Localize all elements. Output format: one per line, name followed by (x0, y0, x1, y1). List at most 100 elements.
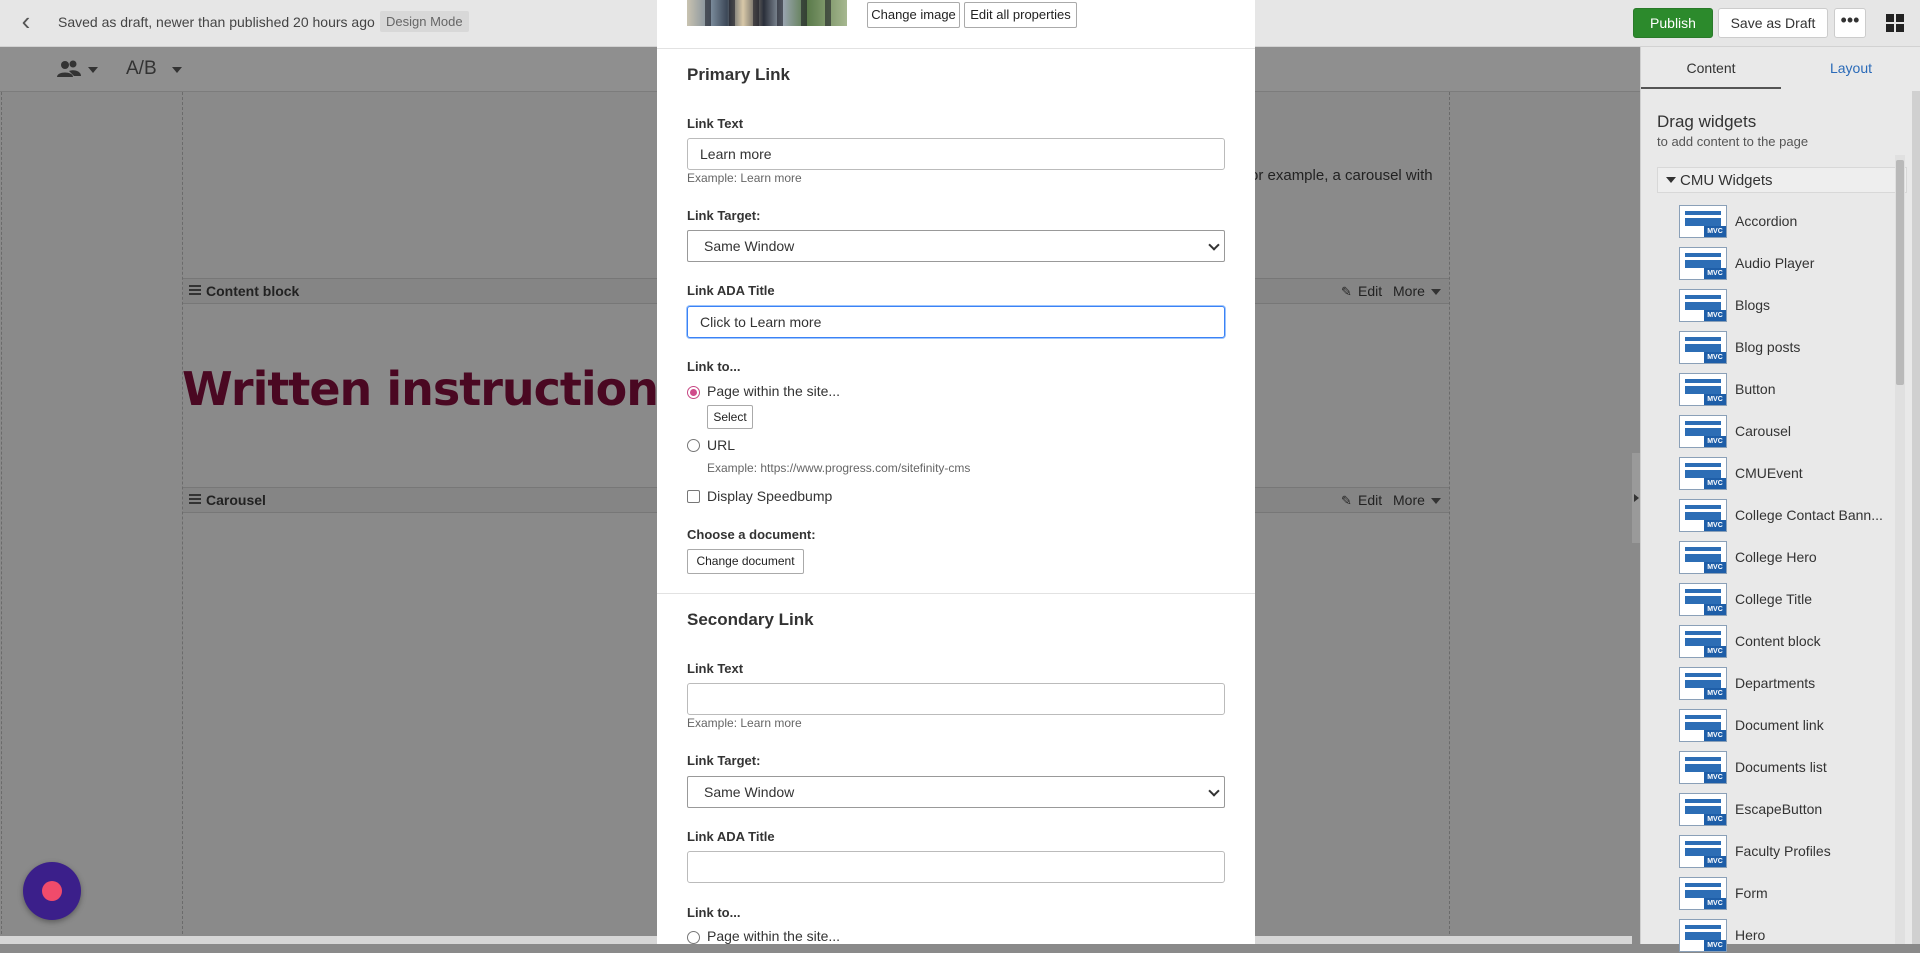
widget-item[interactable]: MVC Button (1679, 373, 1919, 407)
widget-icon: MVC (1679, 541, 1727, 574)
tab-content[interactable]: Content (1641, 47, 1781, 89)
widgets-sidebar: Content Layout Drag widgets to add conte… (1640, 47, 1920, 952)
widget-icon: MVC (1679, 331, 1727, 364)
link-text-input[interactable]: Learn more (687, 138, 1225, 170)
widget-item[interactable]: MVC CMUEvent (1679, 457, 1919, 491)
link-text-label: Link Text (687, 116, 744, 131)
pencil-icon[interactable]: ✎ (1341, 284, 1352, 300)
widget-name: Faculty Profiles (1735, 843, 1831, 859)
widget-name: College Hero (1735, 549, 1817, 565)
widget-icon: MVC (1679, 373, 1727, 406)
select-page-button[interactable]: Select (707, 405, 753, 429)
secondary-link-heading: Secondary Link (687, 610, 814, 629)
widget-item[interactable]: MVC Hero (1679, 919, 1919, 953)
assistant-button[interactable] (23, 862, 81, 920)
link-ada-title-input[interactable]: Click to Learn more (687, 306, 1225, 338)
link-to-label: Link to... (687, 905, 741, 920)
widget-name: Carousel (1735, 423, 1792, 439)
link-target-value: Same Window (704, 784, 795, 800)
widget-item[interactable]: MVC Accordion (1679, 205, 1919, 239)
display-speedbump-label[interactable]: Display Speedbump (707, 488, 832, 504)
page-within-site-radio[interactable] (687, 386, 700, 399)
more-button[interactable]: More (1393, 492, 1425, 508)
chevron-down-icon (1208, 785, 1220, 797)
widget-item[interactable]: MVC Faculty Profiles (1679, 835, 1919, 869)
secondary-link-ada-title-input[interactable] (687, 851, 1225, 883)
grid-icon[interactable] (1886, 14, 1904, 32)
widget-name: Audio Player (1735, 255, 1815, 271)
page-within-site-label[interactable]: Page within the site... (707, 383, 840, 399)
mvc-badge: MVC (1704, 394, 1726, 405)
widget-item[interactable]: MVC Content block (1679, 625, 1919, 659)
chevron-down-icon[interactable] (172, 67, 182, 73)
link-ada-title-label: Link ADA Title (687, 829, 775, 844)
edit-widget-dialog: Change image Edit all properties Primary… (657, 0, 1255, 944)
sidebar-collapse-handle[interactable] (1632, 453, 1640, 543)
tab-layout[interactable]: Layout (1781, 47, 1920, 89)
more-button[interactable]: More (1393, 283, 1425, 299)
page-within-site-label[interactable]: Page within the site... (707, 928, 840, 944)
widget-icon: MVC (1679, 709, 1727, 742)
more-actions-button[interactable]: ••• (1834, 8, 1866, 38)
users-icon[interactable] (56, 59, 82, 85)
sidebar-subtitle: to add content to the page (1657, 134, 1809, 149)
mvc-badge: MVC (1704, 688, 1726, 699)
widget-item[interactable]: MVC College Contact Bann... (1679, 499, 1919, 533)
mvc-badge: MVC (1704, 772, 1726, 783)
chevron-down-icon[interactable] (1431, 289, 1441, 295)
widget-item[interactable]: MVC Departments (1679, 667, 1919, 701)
mvc-badge: MVC (1704, 520, 1726, 531)
link-to-label: Link to... (687, 359, 741, 374)
ab-test-label[interactable]: A/B (126, 58, 157, 80)
link-target-select[interactable]: Same Window (687, 230, 1225, 262)
widget-item[interactable]: MVC Carousel (1679, 415, 1919, 449)
widget-item[interactable]: MVC Form (1679, 877, 1919, 911)
drag-handle-icon[interactable] (189, 285, 201, 295)
widget-name: College Contact Bann... (1735, 507, 1883, 523)
secondary-link-target-select[interactable]: Same Window (687, 776, 1225, 808)
link-text-label: Link Text (687, 661, 744, 676)
widget-item[interactable]: MVC Blogs (1679, 289, 1919, 323)
drag-handle-icon[interactable] (189, 494, 201, 504)
mvc-badge: MVC (1704, 226, 1726, 237)
chevron-down-icon[interactable] (1431, 498, 1441, 504)
widget-item[interactable]: MVC EscapeButton (1679, 793, 1919, 827)
divider (657, 48, 1255, 49)
widget-item[interactable]: MVC Document link (1679, 709, 1919, 743)
canvas-guide (1, 92, 2, 944)
change-image-button[interactable]: Change image (867, 2, 960, 28)
divider (657, 593, 1255, 594)
display-speedbump-checkbox[interactable] (687, 490, 700, 503)
widget-group-header[interactable]: CMU Widgets (1657, 167, 1907, 193)
widget-icon: MVC (1679, 289, 1727, 322)
chevron-down-icon[interactable] (88, 67, 98, 73)
widget-item[interactable]: MVC College Hero (1679, 541, 1919, 575)
widget-name: Blog posts (1735, 339, 1801, 355)
edit-button[interactable]: Edit (1358, 283, 1382, 299)
widget-item[interactable]: MVC Blog posts (1679, 331, 1919, 365)
save-as-draft-button[interactable]: Save as Draft (1718, 8, 1828, 38)
widget-name: Departments (1735, 675, 1816, 691)
widget-item[interactable]: MVC Audio Player (1679, 247, 1919, 281)
url-label[interactable]: URL (707, 437, 735, 453)
edit-all-properties-button[interactable]: Edit all properties (964, 2, 1077, 28)
page-within-site-radio[interactable] (687, 931, 700, 944)
widget-icon: MVC (1679, 667, 1727, 700)
publish-button[interactable]: Publish (1633, 8, 1713, 38)
widget-item[interactable]: MVC Documents list (1679, 751, 1919, 785)
chevron-left-icon[interactable]: ‹ (14, 8, 38, 34)
widget-name: CMUEvent (1735, 465, 1803, 481)
mvc-badge: MVC (1704, 310, 1726, 321)
change-document-button[interactable]: Change document (687, 549, 804, 574)
link-target-value: Same Window (704, 238, 795, 254)
mvc-badge: MVC (1704, 436, 1726, 447)
widget-icon: MVC (1679, 583, 1727, 616)
primary-link-heading: Primary Link (687, 65, 790, 84)
secondary-link-text-input[interactable] (687, 683, 1225, 715)
page-scrollbar[interactable] (1912, 91, 1920, 944)
widget-item[interactable]: MVC College Title (1679, 583, 1919, 617)
pencil-icon[interactable]: ✎ (1341, 493, 1352, 509)
edit-button[interactable]: Edit (1358, 492, 1382, 508)
url-radio[interactable] (687, 439, 700, 452)
sidebar-scrollbar[interactable] (1896, 160, 1904, 385)
